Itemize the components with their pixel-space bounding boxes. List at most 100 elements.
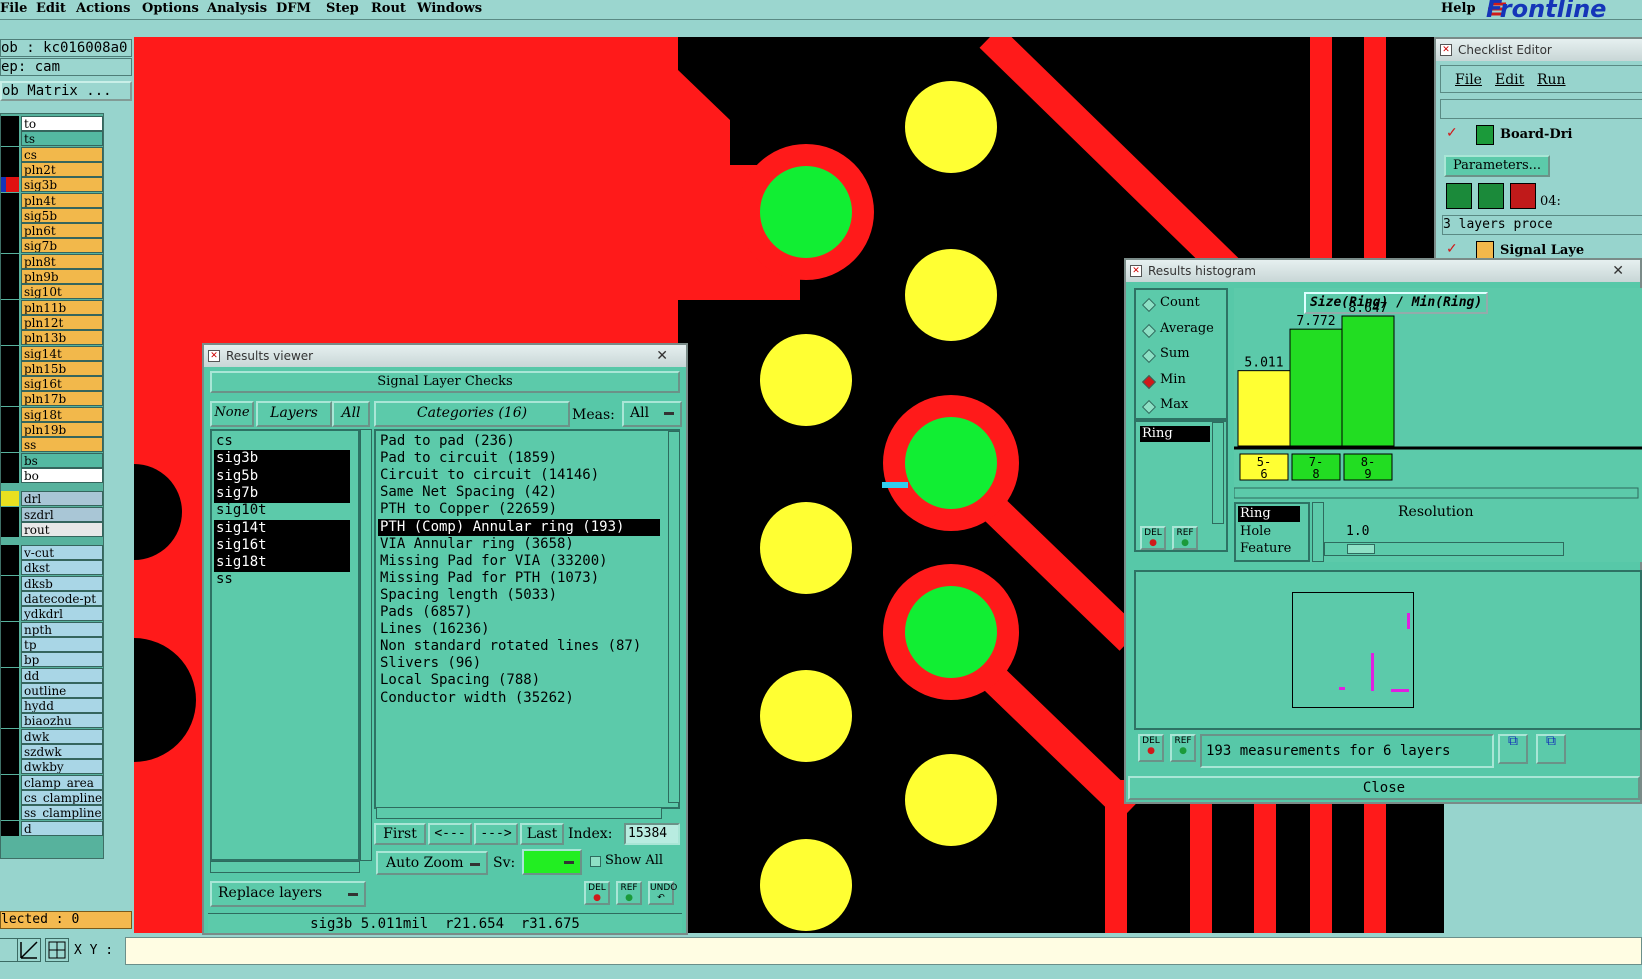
layer-affected-box[interactable]: [1, 207, 19, 223]
category-item[interactable]: Pad to pad (236): [378, 433, 660, 451]
category-item[interactable]: PTH (Comp) Annular ring (193): [378, 518, 660, 537]
mode-radio-min[interactable]: [1141, 374, 1157, 389]
close-icon[interactable]: ✕: [1612, 260, 1624, 282]
layer-item-bs[interactable]: bs: [21, 452, 103, 468]
layer-affected-box[interactable]: [1, 177, 19, 193]
measure-tool-icon[interactable]: [17, 938, 41, 962]
layer-affected-box[interactable]: [1, 146, 19, 162]
layer-item-dksb[interactable]: dksb: [21, 575, 103, 591]
layer-affected-box[interactable]: [1, 667, 19, 683]
layer-affected-box[interactable]: [1, 467, 19, 483]
layer-affected-box[interactable]: [1, 491, 19, 507]
result-layer-item[interactable]: sig14t: [214, 519, 350, 538]
categories-hscrollbar[interactable]: [376, 807, 662, 819]
layer-affected-box[interactable]: [1, 805, 19, 821]
menu-file[interactable]: File: [0, 0, 27, 18]
mode-label-count[interactable]: Count: [1160, 295, 1200, 310]
layer-affected-box[interactable]: [1, 345, 19, 361]
ref-icon[interactable]: REF ●: [1172, 526, 1198, 550]
sv-color-dropdown[interactable]: [522, 849, 582, 875]
result-layer-item[interactable]: sig5b: [214, 467, 350, 486]
xy-input[interactable]: X Y :: [74, 937, 1642, 965]
categories-button[interactable]: Categories (16): [374, 401, 570, 427]
layer-item-pln4t[interactable]: pln4t: [21, 192, 103, 208]
layer-affected-box[interactable]: [1, 223, 19, 239]
category-item[interactable]: VIA Annular ring (3658): [378, 536, 660, 554]
menu-windows[interactable]: Windows: [417, 0, 482, 18]
del-icon[interactable]: DEL ●: [1138, 734, 1164, 762]
layer-affected-box[interactable]: [1, 652, 19, 668]
layer-item-sig5b[interactable]: sig5b: [21, 207, 103, 223]
layer-item-sig18t[interactable]: sig18t: [21, 406, 103, 422]
layer-item-outline[interactable]: outline: [21, 682, 103, 698]
check-icon[interactable]: ✓: [1446, 241, 1458, 257]
layer-item-drl[interactable]: drl: [21, 491, 103, 507]
layer-affected-box[interactable]: [1, 713, 19, 729]
layer-affected-box[interactable]: [1, 422, 19, 437]
layer-item-clamp_area[interactable]: clamp_area: [21, 774, 103, 790]
layer-affected-box[interactable]: [1, 406, 19, 422]
layer-item-dkst[interactable]: dkst: [21, 560, 103, 576]
layers-scrollbar[interactable]: [360, 429, 372, 861]
layer-item-sig3b[interactable]: sig3b: [21, 177, 103, 193]
category-item[interactable]: PTH to Copper (22659): [378, 501, 660, 519]
layer-item-npth[interactable]: npth: [21, 621, 103, 637]
category-item[interactable]: Pad to circuit (1859): [378, 450, 660, 468]
layer-affected-box[interactable]: [1, 521, 19, 537]
mode-label-min[interactable]: Min: [1160, 372, 1186, 387]
layer-affected-box[interactable]: [1, 131, 19, 147]
resolution-slider[interactable]: [1324, 542, 1564, 556]
layer-item-pln9b[interactable]: pln9b: [21, 269, 103, 284]
layer-item-sig7b[interactable]: sig7b: [21, 238, 103, 254]
layer-item-sig10t[interactable]: sig10t: [21, 284, 103, 300]
layer-item-cs_clampline[interactable]: cs_clampline: [21, 789, 103, 805]
layer-item-tp[interactable]: tp: [21, 636, 103, 652]
result-layer-item[interactable]: sig16t: [214, 536, 350, 555]
last-button[interactable]: Last: [520, 823, 564, 845]
layer-item-szdwk[interactable]: szdwk: [21, 744, 103, 759]
close-icon[interactable]: ✕: [656, 345, 668, 367]
layer-item-rout[interactable]: rout: [21, 521, 103, 537]
measure-ring[interactable]: Ring: [1238, 506, 1300, 522]
slider-thumb[interactable]: [1347, 544, 1375, 554]
category-item[interactable]: Spacing length (5033): [378, 587, 660, 605]
menu-help[interactable]: Help: [1441, 0, 1476, 18]
check-icon[interactable]: ✓: [1446, 125, 1458, 141]
checklist-item-signal-layer[interactable]: Signal Laye: [1500, 243, 1584, 258]
ref-icon[interactable]: REF ●: [1170, 734, 1196, 762]
layer-affected-box[interactable]: [1, 299, 19, 315]
layer-affected-box[interactable]: [1, 698, 19, 714]
checklist-menu-run[interactable]: Run: [1537, 72, 1566, 88]
layer-affected-box[interactable]: [1, 621, 19, 637]
result-layer-item[interactable]: sig10t: [214, 502, 350, 520]
del-icon[interactable]: DEL ●: [584, 881, 610, 905]
layer-item-pln17b[interactable]: pln17b: [21, 391, 103, 407]
zoom-icon[interactable]: ⧉: [1536, 734, 1566, 764]
layer-item-dwk[interactable]: dwk: [21, 728, 103, 744]
run-icon[interactable]: [1446, 183, 1472, 209]
mode-label-average[interactable]: Average: [1160, 321, 1214, 336]
menu-actions[interactable]: Actions: [76, 0, 130, 18]
mode-label-sum[interactable]: Sum: [1160, 346, 1190, 361]
layer-item-pln11b[interactable]: pln11b: [21, 299, 103, 315]
layer-item-hydd[interactable]: hydd: [21, 698, 103, 714]
result-layer-item[interactable]: cs: [214, 433, 350, 451]
layer-item-bp[interactable]: bp: [21, 652, 103, 668]
layer-item-pln19b[interactable]: pln19b: [21, 422, 103, 437]
layer-item-dwkby[interactable]: dwkby: [21, 759, 103, 775]
layer-affected-box[interactable]: [1, 774, 19, 790]
layer-item-ydkdrl[interactable]: ydkdrl: [21, 606, 103, 622]
layer-affected-box[interactable]: [1, 376, 19, 392]
layer-affected-box[interactable]: [1, 744, 19, 759]
layer-item-sig16t[interactable]: sig16t: [21, 376, 103, 392]
layer-affected-box[interactable]: [1, 314, 19, 330]
layer-item-bo[interactable]: bo: [21, 467, 103, 483]
result-layer-item[interactable]: sig7b: [214, 484, 350, 503]
category-item[interactable]: Non standard rotated lines (87): [378, 638, 660, 656]
menu-options[interactable]: Options: [142, 0, 199, 18]
menu-analysis[interactable]: Analysis: [207, 0, 267, 18]
result-layer-item[interactable]: sig3b: [214, 450, 350, 469]
first-button[interactable]: First: [374, 823, 426, 845]
layer-affected-box[interactable]: [1, 545, 19, 561]
layer-item-sig14t[interactable]: sig14t: [21, 345, 103, 361]
